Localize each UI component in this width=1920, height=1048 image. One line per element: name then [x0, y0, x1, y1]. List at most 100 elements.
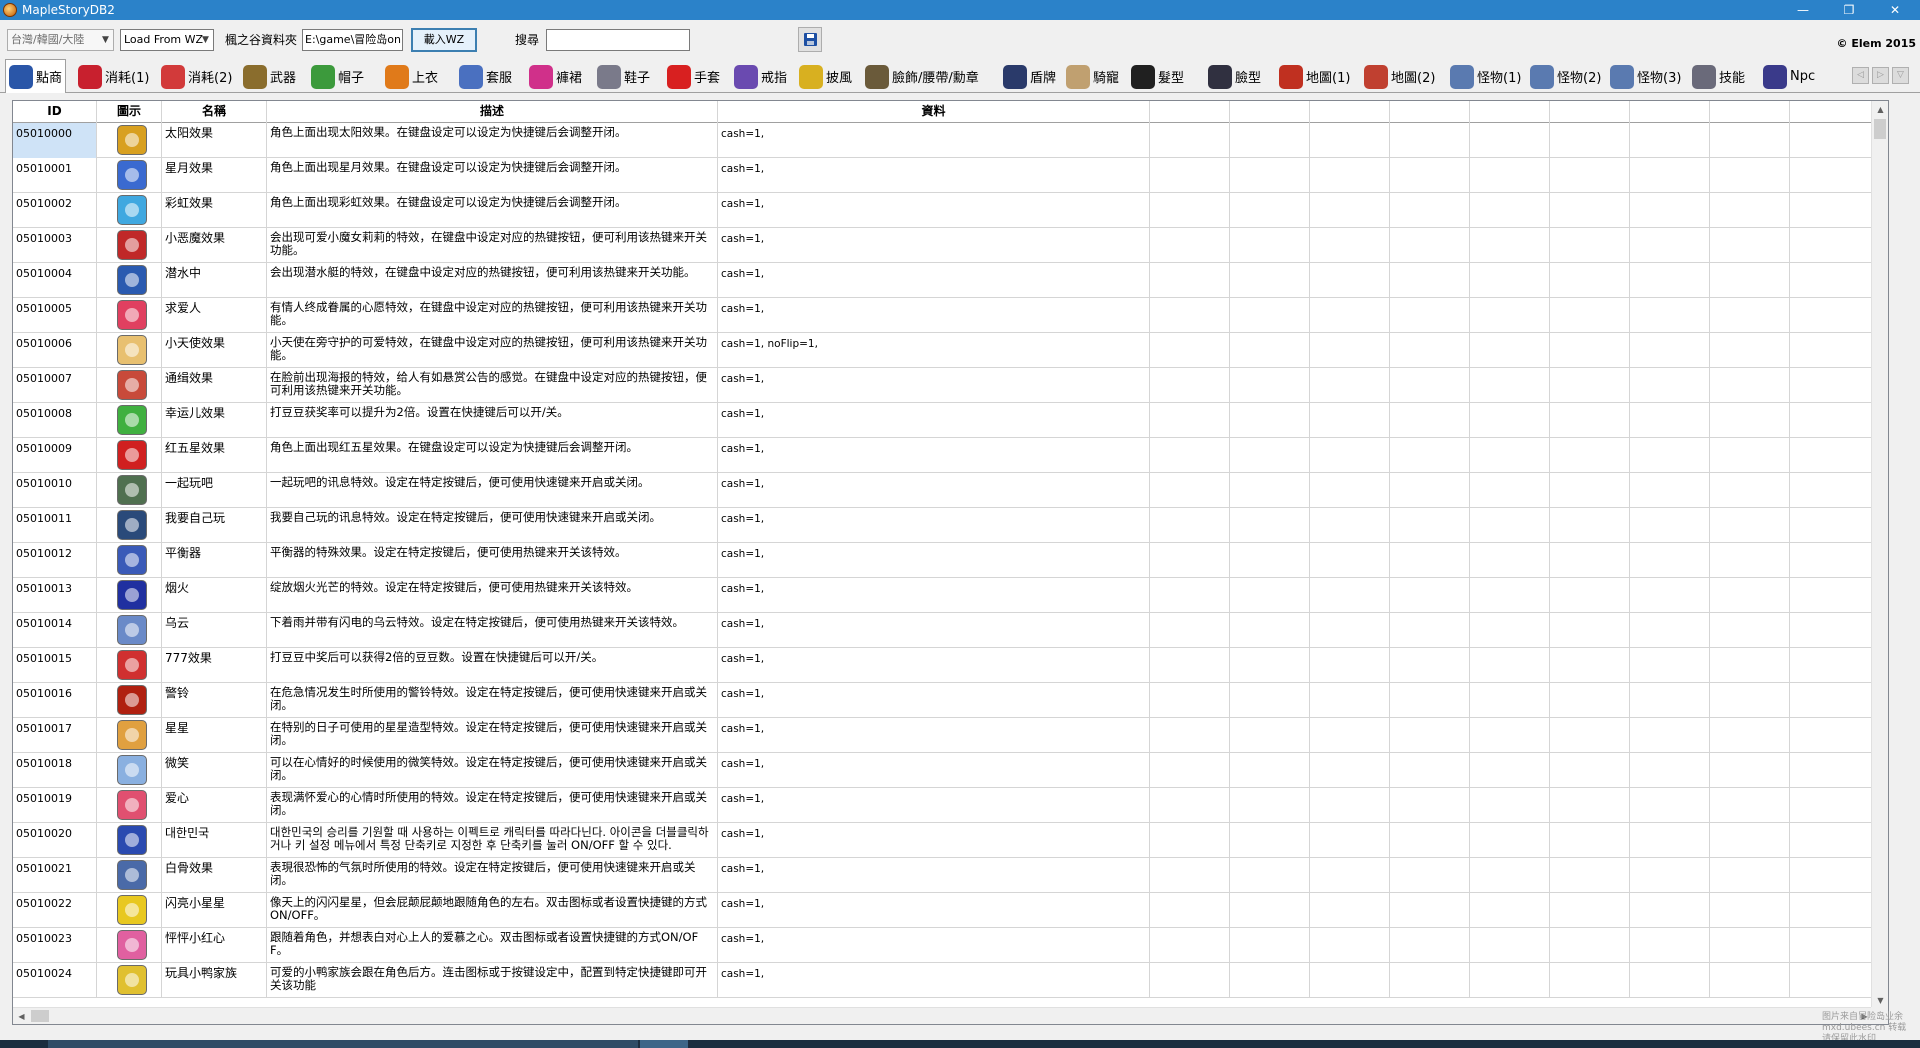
table-row[interactable]: 05010006 小天使效果 小天使在旁守护的可爱特效，在键盘中设定对应的热键按钮，… [13, 333, 1888, 368]
table-row[interactable]: 05010021 白骨效果 表現很恐怖的气氛时所使用的特效。设定在特定按键后，便可使… [13, 858, 1888, 893]
tab-8[interactable]: 鞋子 [594, 61, 653, 92]
column-header-1[interactable]: 圖示 [97, 101, 162, 123]
scroll-left-icon[interactable]: ◀ [13, 1008, 30, 1024]
table-row[interactable]: 05010000 太阳效果 角色上面出现太阳效果。在键盘设定可以设定为快捷键后会调整… [13, 123, 1888, 158]
table-row[interactable]: 05010008 幸运儿效果 打豆豆获奖率可以提升为2倍。设置在快捷键后可以开/关。… [13, 403, 1888, 438]
cell-empty [1630, 928, 1710, 963]
search-input[interactable] [546, 29, 690, 51]
column-header-empty[interactable] [1790, 101, 1873, 123]
tab-1[interactable]: 消耗(1) [75, 61, 152, 92]
column-header-empty[interactable] [1710, 101, 1790, 123]
table-row[interactable]: 05010001 星月效果 角色上面出现星月效果。在键盘设定可以设定为快捷键后会调整… [13, 158, 1888, 193]
cell-empty [1550, 718, 1630, 753]
item-icon [117, 580, 147, 610]
tab-0[interactable]: 點商 [5, 59, 67, 93]
cell-data: cash=1, [718, 263, 1150, 298]
column-header-2[interactable]: 名稱 [162, 101, 267, 123]
table-row[interactable]: 05010023 怦怦小红心 跟随着角色，并想表白对心上人的爱慕之心。双击图标或者设… [13, 928, 1888, 963]
tab-14[interactable]: 騎寵 [1063, 61, 1122, 92]
vertical-scrollbar[interactable]: ▲ ▼ [1871, 101, 1888, 1009]
cell-empty [1630, 158, 1710, 193]
region-select[interactable]: 台灣/韓國/大陸 ▼ [7, 29, 114, 51]
table-row[interactable]: 05010018 微笑 可以在心情好的时候使用的微笑特效。设定在特定按键后，便可使用… [13, 753, 1888, 788]
tab-4[interactable]: 帽子 [308, 61, 367, 92]
tab-22[interactable]: 技能 [1689, 61, 1748, 92]
column-header-4[interactable]: 資料 [718, 101, 1150, 123]
taskbar-app-segment[interactable] [640, 1040, 688, 1048]
cell-empty [1390, 823, 1470, 858]
tab-scroll-left-icon[interactable]: ◁ [1852, 67, 1869, 84]
tab-label: 消耗(1) [105, 71, 150, 86]
table-row[interactable]: 05010015 777效果 打豆豆中奖后可以获得2倍的豆豆数。设置在快捷键后可以开… [13, 648, 1888, 683]
column-header-empty[interactable] [1550, 101, 1630, 123]
tab-11[interactable]: 披風 [796, 61, 855, 92]
cell-name: 小天使效果 [162, 333, 267, 368]
table-row[interactable]: 05010009 红五星效果 角色上面出现红五星效果。在键盘设定可以设定为快捷键后会… [13, 438, 1888, 473]
tab-5[interactable]: 上衣 [382, 61, 441, 92]
cell-empty [1390, 228, 1470, 263]
tab-7[interactable]: 褲裙 [526, 61, 585, 92]
mount-icon [1066, 64, 1090, 89]
scroll-thumb[interactable] [1874, 119, 1886, 139]
table-row[interactable]: 05010005 求爱人 有情人终成眷属的心愿特效，在键盘中设定对应的热键按钮，便可… [13, 298, 1888, 333]
column-header-empty[interactable] [1390, 101, 1470, 123]
column-header-empty[interactable] [1470, 101, 1550, 123]
table-row[interactable]: 05010003 小恶魔效果 会出现可爱小魔女莉莉的特效，在键盘中设定对应的热键按钮… [13, 228, 1888, 263]
tab-20[interactable]: 怪物(2) [1527, 61, 1604, 92]
tab-15[interactable]: 髮型 [1128, 61, 1187, 92]
column-header-3[interactable]: 描述 [267, 101, 718, 123]
cell-icon [97, 263, 162, 298]
column-header-empty[interactable] [1630, 101, 1710, 123]
load-wz-button[interactable]: 載入WZ [411, 28, 477, 52]
table-row[interactable]: 05010012 平衡器 平衡器的特殊效果。设定在特定按键后，便可使用热键来开关该特… [13, 543, 1888, 578]
tab-6[interactable]: 套服 [456, 61, 515, 92]
tab-12[interactable]: 臉飾/腰帶/勳章 [862, 61, 982, 92]
tab-3[interactable]: 武器 [240, 61, 299, 92]
column-header-empty[interactable] [1150, 101, 1230, 123]
close-button[interactable]: ✕ [1872, 0, 1918, 20]
scroll-thumb-horizontal[interactable] [31, 1010, 49, 1022]
table-row[interactable]: 05010007 通缉效果 在脸前出现海报的特效，给人有如悬赏公告的感觉。在键盘中设… [13, 368, 1888, 403]
table-row[interactable]: 05010017 星星 在特别的日子可使用的星星造型特效。设定在特定按键后，便可使用… [13, 718, 1888, 753]
table-row[interactable]: 05010002 彩虹效果 角色上面出现彩虹效果。在键盘设定可以设定为快捷键后会调整… [13, 193, 1888, 228]
tab-17[interactable]: 地圖(1) [1276, 61, 1353, 92]
tab-scroll-right-icon[interactable]: ▷ [1872, 67, 1889, 84]
source-select[interactable]: Load From WZ ▼ [120, 29, 214, 51]
table-row[interactable]: 05010024 玩具小鸭家族 可爱的小鸭家族会跟在角色后方。连击图标或于按键设定中… [13, 963, 1888, 998]
cell-empty [1310, 963, 1390, 998]
cell-empty [1310, 403, 1390, 438]
taskbar-app-segment[interactable] [48, 1040, 638, 1048]
table-row[interactable]: 05010014 乌云 下着雨并带有闪电的乌云特效。设定在特定按键后，便可使用热键来… [13, 613, 1888, 648]
horizontal-scrollbar[interactable]: ◀ ▶ [13, 1007, 1873, 1024]
tab-13[interactable]: 盾牌 [1000, 61, 1059, 92]
table-row[interactable]: 05010013 烟火 绽放烟火光芒的特效。设定在特定按键后，便可使用热键来开关该特… [13, 578, 1888, 613]
tab-2[interactable]: 消耗(2) [158, 61, 235, 92]
table-row[interactable]: 05010016 警铃 在危急情况发生时所使用的警铃特效。设定在特定按键后，便可使用… [13, 683, 1888, 718]
column-header-0[interactable]: ID [13, 101, 97, 123]
folder-path-input[interactable]: E:\game\冒险岛onl [302, 29, 403, 51]
tab-18[interactable]: 地圖(2) [1361, 61, 1438, 92]
save-button[interactable] [798, 27, 822, 52]
cell-empty [1470, 613, 1550, 648]
cell-empty [1790, 718, 1873, 753]
table-row[interactable]: 05010011 我要自己玩 我要自己玩的讯息特效。设定在特定按键后，便可使用快速键… [13, 508, 1888, 543]
table-row[interactable]: 05010020 대한민국 대한민국의 승리를 기원할 때 사용하는 이펙트로 캐릭… [13, 823, 1888, 858]
tab-21[interactable]: 怪物(3) [1607, 61, 1684, 92]
cell-empty [1150, 508, 1230, 543]
tab-16[interactable]: 臉型 [1205, 61, 1264, 92]
table-row[interactable]: 05010019 爱心 表现满怀爱心的心情时所使用的特效。设定在特定按键后，便可使用… [13, 788, 1888, 823]
tab-19[interactable]: 怪物(1) [1447, 61, 1524, 92]
cell-icon [97, 963, 162, 998]
column-header-empty[interactable] [1310, 101, 1390, 123]
minimize-button[interactable]: — [1780, 0, 1826, 20]
table-row[interactable]: 05010010 一起玩吧 一起玩吧的讯息特效。设定在特定按键后，便可使用快速键来开… [13, 473, 1888, 508]
table-row[interactable]: 05010022 闪亮小星星 像天上的闪闪星星，但会屁颠屁颠地跟随角色的左右。双击图… [13, 893, 1888, 928]
table-row[interactable]: 05010004 潜水中 会出现潜水艇的特效，在键盘中设定对应的热键按钮，便可利用该… [13, 263, 1888, 298]
tab-10[interactable]: 戒指 [731, 61, 790, 92]
tab-9[interactable]: 手套 [664, 61, 723, 92]
column-header-empty[interactable] [1230, 101, 1310, 123]
tab-23[interactable]: Npc [1760, 61, 1818, 92]
scroll-up-icon[interactable]: ▲ [1872, 101, 1888, 118]
tab-list-icon[interactable]: ▽ [1892, 67, 1909, 84]
maximize-button[interactable]: ❐ [1826, 0, 1872, 20]
